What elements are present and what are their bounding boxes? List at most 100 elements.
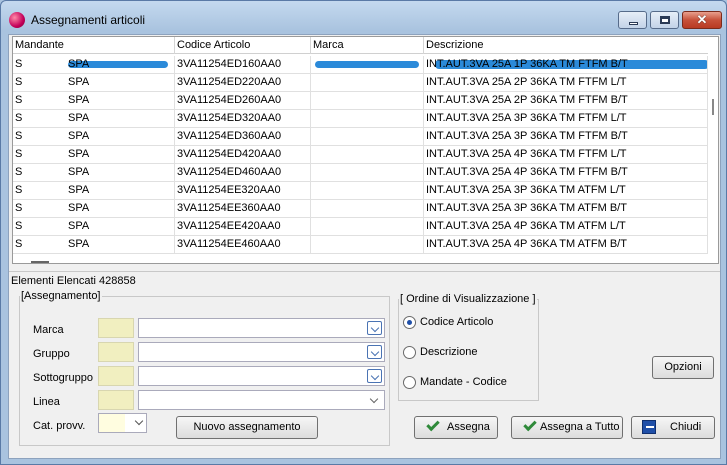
cell-mandante-spa: SPA	[66, 182, 175, 199]
cell-descrizione: INT.AUT.3VA 25A 3P 36KA TM FTFM L/T	[424, 110, 708, 127]
radio-dot[interactable]	[403, 376, 416, 389]
cell-codice-articolo: 3VA11254ED220AA0	[175, 74, 311, 91]
cell-codice-articolo: 3VA11254ED260AA0	[175, 92, 311, 109]
table-row[interactable]: S SPA 3VA11254EE360AA0 INT.AUT.3VA 25A 3P 3…	[13, 200, 708, 218]
chiudi-label: Chiudi	[670, 421, 702, 433]
horizontal-scroll-thumb[interactable]	[31, 261, 49, 263]
cell-mandante: S	[15, 238, 23, 250]
maximize-button[interactable]	[650, 11, 679, 29]
cell-marca	[311, 218, 424, 235]
cell-marca	[311, 92, 424, 109]
column-header-codice[interactable]: Codice Articolo	[175, 37, 311, 54]
cell-codice-articolo: 3VA11254EE460AA0	[175, 236, 311, 253]
assignment-legend: [Assegnamento]	[21, 290, 101, 302]
column-header-marca[interactable]: Marca	[311, 37, 424, 54]
items-count: Elementi Elencati 428858	[11, 275, 136, 287]
cell-mandante: S	[15, 112, 23, 124]
table-row[interactable]: S SPA 3VA11254EE420AA0 INT.AUT.3VA 25A 4P 3…	[13, 218, 708, 236]
radio-dot[interactable]	[403, 316, 416, 329]
chevron-down-icon[interactable]	[135, 418, 143, 426]
close-icon: ✕	[696, 12, 708, 27]
cell-marca	[311, 164, 424, 181]
marca-color-swatch	[98, 318, 134, 338]
chevron-down-icon[interactable]	[367, 345, 382, 359]
assegna-button[interactable]: Assegna	[414, 416, 498, 439]
title-bar[interactable]: Assegnamenti articoli ✕	[1, 1, 726, 35]
minimize-button[interactable]	[618, 11, 647, 29]
radio-dot[interactable]	[403, 346, 416, 359]
radio-descrizione[interactable]: Descrizione	[403, 345, 523, 361]
column-header-descrizione[interactable]: Descrizione	[424, 37, 708, 54]
chiudi-button[interactable]: Chiudi	[631, 416, 715, 439]
chevron-down-icon[interactable]	[367, 321, 382, 335]
divider	[9, 271, 720, 272]
app-window: Assegnamenti articoli ✕ Mandante Codice …	[0, 0, 727, 465]
cell-mandante-spa: SPA	[66, 74, 175, 91]
cell-codice-articolo: 3VA11254ED320AA0	[175, 110, 311, 127]
column-header-mandante[interactable]: Mandante	[13, 37, 175, 54]
opzioni-button[interactable]: Opzioni	[652, 356, 714, 379]
table-row[interactable]: S SPA 3VA11254ED420AA0 INT.AUT.3VA 25A 4P 3…	[13, 146, 708, 164]
marca-label: Marca	[33, 324, 64, 336]
cell-codice-articolo: 3VA11254EE420AA0	[175, 218, 311, 235]
cell-descrizione: INT.AUT.3VA 25A 1P 36KA TM FTFM B/T	[424, 56, 708, 73]
cell-codice-articolo: 3VA11254EE360AA0	[175, 200, 311, 217]
table-row[interactable]: S SPA 3VA11254ED320AA0 INT.AUT.3VA 25A 3P 3…	[13, 110, 708, 128]
linea-color-swatch	[98, 390, 134, 410]
cell-mandante-spa: SPA	[66, 200, 175, 217]
minimize-icon	[629, 22, 638, 25]
linea-label: Linea	[33, 396, 60, 408]
cell-marca	[311, 182, 424, 199]
close-button[interactable]: ✕	[682, 11, 722, 29]
exit-icon	[642, 420, 656, 434]
radio-label: Mandate - Codice	[420, 376, 507, 388]
cell-mandante: S	[15, 166, 23, 178]
chevron-down-icon[interactable]	[367, 369, 382, 383]
radio-codice-articolo[interactable]: Codice Articolo	[403, 315, 523, 331]
cell-mandante: S	[15, 76, 23, 88]
table-row[interactable]: S SPA 3VA11254ED160AA0 INT.AUT.3VA 25A 1P 3…	[13, 56, 709, 74]
window-title: Assegnamenti articoli	[31, 13, 146, 27]
cell-mandante-spa: SPA	[66, 218, 175, 235]
checkmark-icon	[523, 417, 537, 432]
gruppo-combo[interactable]	[138, 342, 385, 362]
gruppo-color-swatch	[98, 342, 134, 362]
cell-descrizione: INT.AUT.3VA 25A 4P 36KA TM FTFM B/T	[424, 164, 708, 181]
sottogruppo-combo[interactable]	[138, 366, 385, 386]
cell-marca	[311, 128, 424, 145]
cell-descrizione: INT.AUT.3VA 25A 4P 36KA TM ATFM L/T	[424, 218, 708, 235]
cell-marca	[311, 56, 424, 73]
cell-mandante: S	[15, 202, 23, 214]
radio-mandate-codice[interactable]: Mandate - Codice	[403, 375, 523, 391]
nuovo-assegnamento-button[interactable]: Nuovo assegnamento	[176, 416, 318, 439]
vertical-scrollbar[interactable]	[708, 37, 718, 263]
cell-descrizione: INT.AUT.3VA 25A 4P 36KA TM ATFM B/T	[424, 236, 708, 253]
cat-provv-combo[interactable]	[98, 413, 147, 433]
marca-combo[interactable]	[138, 318, 385, 338]
cell-mandante: S	[15, 94, 23, 106]
cell-codice-articolo: 3VA11254EE320AA0	[175, 182, 311, 199]
articles-grid[interactable]: Mandante Codice Articolo Marca Descrizio…	[12, 36, 719, 264]
cell-marca	[311, 236, 424, 253]
assegna-a-tutto-label: Assegna a Tutto	[540, 421, 620, 433]
assegna-a-tutto-button[interactable]: Assegna a Tutto	[511, 416, 623, 439]
cell-descrizione: INT.AUT.3VA 25A 3P 36KA TM ATFM B/T	[424, 200, 708, 217]
checkmark-icon	[426, 417, 440, 432]
table-row[interactable]: S SPA 3VA11254ED360AA0 INT.AUT.3VA 25A 3P 3…	[13, 128, 708, 146]
cell-mandante-spa: SPA	[66, 92, 175, 109]
cell-mandante: S	[15, 220, 23, 232]
table-row[interactable]: S SPA 3VA11254ED460AA0 INT.AUT.3VA 25A 4P 3…	[13, 164, 708, 182]
table-row[interactable]: S SPA 3VA11254ED220AA0 INT.AUT.3VA 25A 2P 3…	[13, 74, 708, 92]
cell-descrizione: INT.AUT.3VA 25A 2P 36KA TM FTFM B/T	[424, 92, 708, 109]
table-row[interactable]: S SPA 3VA11254EE460AA0 INT.AUT.3VA 25A 4P 3…	[13, 236, 708, 254]
table-row[interactable]: S SPA 3VA11254EE320AA0 INT.AUT.3VA 25A 3P 3…	[13, 182, 708, 200]
cell-mandante-spa: SPA	[66, 236, 175, 253]
cell-mandante: S	[15, 184, 23, 196]
chevron-down-icon[interactable]	[367, 393, 382, 407]
order-legend: [ Ordine di Visualizzazione ]	[400, 293, 536, 305]
cell-descrizione: INT.AUT.3VA 25A 3P 36KA TM ATFM L/T	[424, 182, 708, 199]
linea-combo[interactable]	[138, 390, 385, 410]
table-row[interactable]: S SPA 3VA11254ED260AA0 INT.AUT.3VA 25A 2P 3…	[13, 92, 708, 110]
scroll-thumb[interactable]	[712, 99, 714, 115]
radio-label: Codice Articolo	[420, 316, 494, 328]
